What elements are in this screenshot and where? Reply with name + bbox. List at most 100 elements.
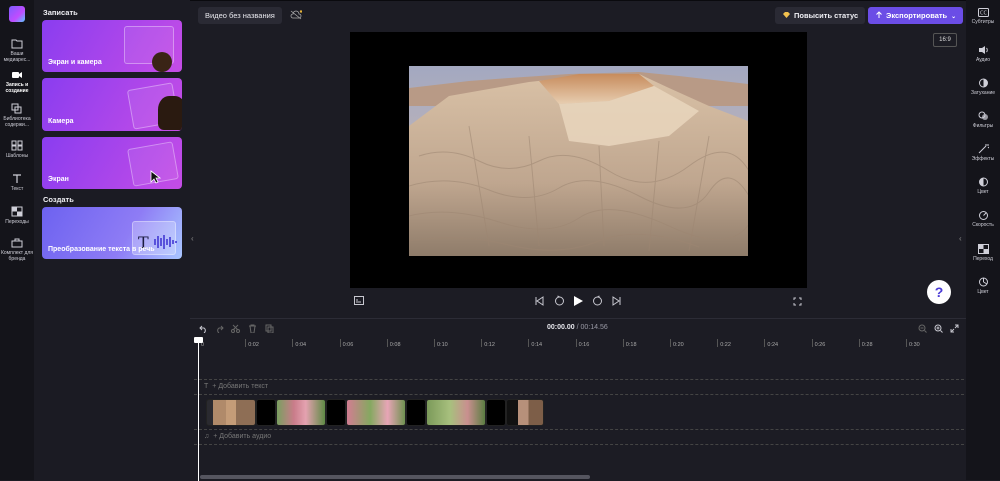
desert-landscape-image xyxy=(409,66,748,256)
video-clip-gap[interactable] xyxy=(326,399,346,426)
person-thumbnail xyxy=(158,96,182,130)
color-icon xyxy=(978,177,988,187)
ruler-tick-label: 0:22 xyxy=(720,342,731,348)
card-screen[interactable]: Экран xyxy=(42,137,182,189)
video-clip[interactable] xyxy=(206,399,256,426)
skip-forward-icon[interactable] xyxy=(612,296,622,306)
camera-icon xyxy=(12,72,22,78)
audio-track-bottom-border xyxy=(194,444,964,445)
collapse-left-handle[interactable]: ‹ xyxy=(191,234,197,246)
record-create-panel: Записать Экран и камера Камера Экран Соз… xyxy=(34,0,190,480)
rr-filters[interactable]: Фильтры xyxy=(966,111,1000,129)
video-clip-gap[interactable] xyxy=(486,399,506,426)
help-button[interactable]: ? xyxy=(927,280,951,304)
rail-item-text[interactable]: Текст xyxy=(0,173,34,192)
zoom-in-icon[interactable] xyxy=(934,324,943,333)
play-icon[interactable] xyxy=(573,295,584,307)
speed-icon xyxy=(978,211,988,220)
ruler-tick-label: 0:28 xyxy=(861,342,873,348)
svg-text:CC: CC xyxy=(980,11,987,17)
rail-item-brand-kit[interactable]: Комплект для бренда xyxy=(0,238,34,262)
video-clip[interactable] xyxy=(276,399,326,426)
rr-effects[interactable]: Эффекты xyxy=(966,144,1000,162)
rr-captions[interactable]: CC Субтитры xyxy=(966,8,1000,25)
delete-icon[interactable] xyxy=(248,324,257,333)
ruler-tick-label: 0:06 xyxy=(342,342,354,348)
zoom-out-icon[interactable] xyxy=(918,324,927,333)
duplicate-icon[interactable] xyxy=(265,324,274,333)
audio-track-top-border xyxy=(194,429,964,430)
ruler-tick-label: 0:20 xyxy=(673,342,684,348)
text-icon xyxy=(13,174,21,183)
ruler-tick-label: 0:16 xyxy=(578,342,590,348)
ruler-tick-line xyxy=(528,339,530,347)
timecode: 00:00.00 / 00:14.56 xyxy=(547,324,608,331)
video-clip[interactable] xyxy=(506,399,544,426)
ruler-tick-label: 0:10 xyxy=(437,342,448,348)
ruler-tick-label: 0:12 xyxy=(484,342,495,348)
fade-icon xyxy=(978,78,988,88)
forward-5-icon[interactable] xyxy=(592,295,603,306)
add-text-track[interactable]: T + Добавить текст xyxy=(204,383,268,390)
rewind-5-icon[interactable] xyxy=(554,295,565,306)
ruler-tick-line xyxy=(906,339,907,347)
captions-toggle-icon[interactable] xyxy=(354,296,364,305)
brand-kit-icon xyxy=(11,238,23,248)
split-scissors-icon[interactable] xyxy=(231,324,240,333)
clipchamp-logo xyxy=(9,6,25,22)
rail-item-templates[interactable]: Шаблоны xyxy=(0,140,34,159)
ruler-tick-line xyxy=(292,339,294,347)
rail-item-record[interactable]: Запись и создание xyxy=(0,70,34,94)
video-clip-gap[interactable] xyxy=(256,399,276,426)
playhead-handle[interactable] xyxy=(194,337,203,343)
card-screen-and-camera[interactable]: Экран и камера xyxy=(42,20,182,72)
fullscreen-icon[interactable] xyxy=(793,297,802,306)
ruler-tick-label: 0:24 xyxy=(767,342,779,348)
rail-item-transitions[interactable]: Переходы xyxy=(0,206,34,225)
preview-video xyxy=(409,66,748,256)
ruler-tick-line xyxy=(434,339,435,347)
rr-fade[interactable]: Затухание xyxy=(966,78,1000,96)
ruler-tick-line xyxy=(481,339,483,347)
video-clip[interactable] xyxy=(346,399,406,426)
fit-timeline-icon[interactable] xyxy=(950,324,959,333)
undo-icon[interactable] xyxy=(199,324,208,333)
rail-item-media[interactable]: Ваши медиарес... xyxy=(0,38,34,63)
filters-icon xyxy=(978,111,988,120)
ruler-tick-label: 0:08 xyxy=(389,342,401,348)
project-title[interactable]: Видео без названия xyxy=(198,7,282,24)
timeline-scrollbar[interactable] xyxy=(200,475,590,479)
presenter-thumbnail xyxy=(152,52,172,72)
skip-back-icon[interactable] xyxy=(534,296,544,306)
add-audio-track[interactable]: ♫ + Добавить аудио xyxy=(204,433,271,440)
video-clip-gap[interactable] xyxy=(406,399,426,426)
ruler-tick-line xyxy=(717,339,719,347)
aspect-ratio-button[interactable]: 16:9 xyxy=(933,33,957,47)
card-label: Экран xyxy=(48,176,69,183)
playhead[interactable] xyxy=(198,339,199,481)
card-label: Камера xyxy=(48,118,74,125)
rr-audio[interactable]: Аудио xyxy=(966,45,1000,63)
rr-speed[interactable]: Скорость xyxy=(966,210,1000,228)
magic-wand-icon xyxy=(978,144,989,154)
card-camera[interactable]: Камера xyxy=(42,78,182,131)
card-text-to-speech[interactable]: T Преобразование текста в речь xyxy=(42,207,182,259)
rr-transition[interactable]: Переход xyxy=(966,244,1000,262)
templates-icon xyxy=(11,140,23,151)
transitions-icon xyxy=(11,206,23,217)
export-button[interactable]: Экспортировать ⌄ xyxy=(868,7,964,24)
rr-color-wheel[interactable]: Цвет xyxy=(966,277,1000,295)
rr-color[interactable]: Цвет xyxy=(966,177,1000,195)
ruler-tick-line xyxy=(339,339,341,347)
redo-icon[interactable] xyxy=(215,324,224,333)
ruler-tick-label: 0:02 xyxy=(248,342,259,348)
collapse-right-handle[interactable]: ‹ xyxy=(959,234,965,246)
cursor-icon xyxy=(150,170,162,184)
rail-item-library[interactable]: Библиотека содержи... xyxy=(0,103,34,128)
ruler-tick-line xyxy=(858,339,860,347)
ruler-tick-label: 0:04 xyxy=(295,342,307,348)
upgrade-button[interactable]: Повысить статус xyxy=(775,7,866,24)
left-nav-rail: Ваши медиарес... Запись и создание Библи… xyxy=(0,0,34,480)
video-clip[interactable] xyxy=(426,399,486,426)
captions-icon: CC xyxy=(977,8,989,17)
